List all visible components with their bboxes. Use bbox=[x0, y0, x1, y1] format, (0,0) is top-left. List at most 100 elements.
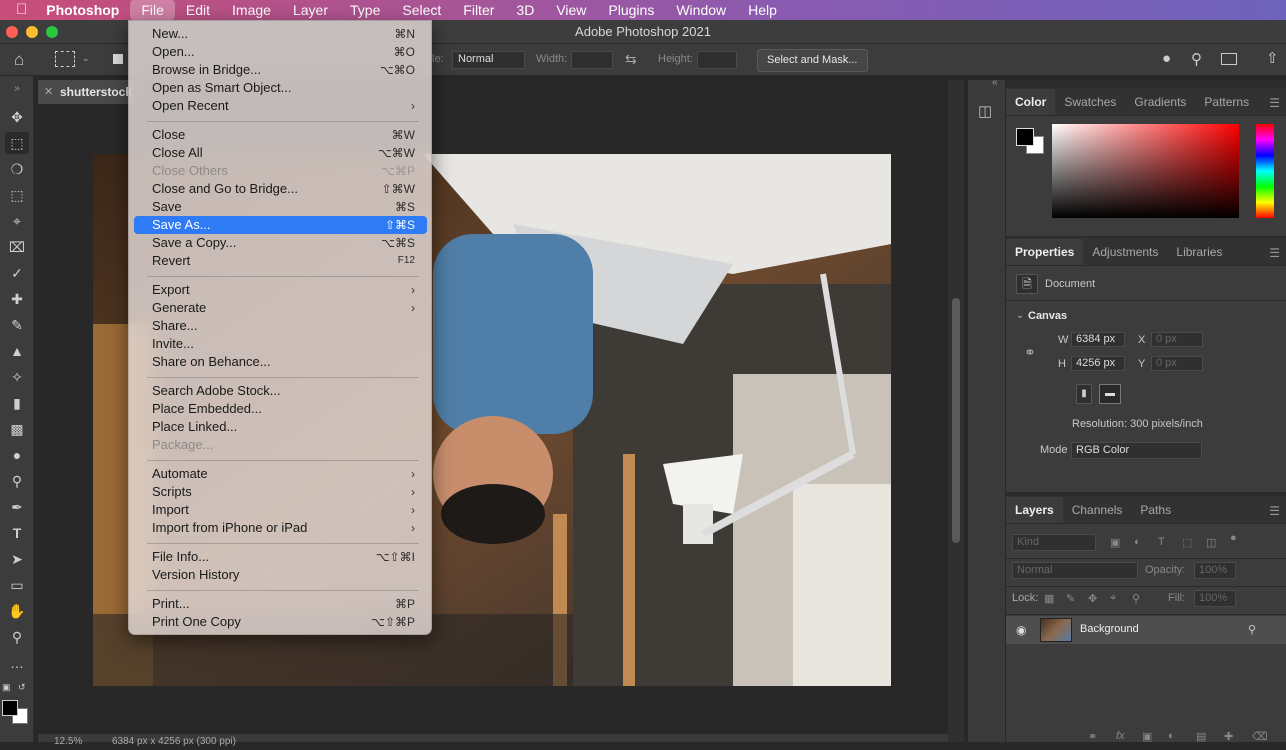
blur-tool-icon[interactable]: ● bbox=[5, 444, 29, 466]
filter-toggle-icon[interactable]: ● bbox=[1230, 532, 1237, 544]
menu-item-scripts[interactable]: Scripts › bbox=[134, 483, 427, 501]
menu-item-save-as[interactable]: Save As... ⇧⌘S bbox=[134, 216, 427, 234]
adjustment-layer-icon[interactable]: ◐ bbox=[1168, 730, 1175, 742]
lock-pixels-icon[interactable]: ▦ bbox=[1044, 592, 1054, 605]
apple-menu-icon[interactable]:  bbox=[0, 0, 35, 20]
menu-select[interactable]: Select bbox=[391, 0, 452, 20]
eyedropper-tool-icon[interactable]: ✓ bbox=[5, 262, 29, 284]
tab-layers[interactable]: Layers bbox=[1006, 497, 1063, 523]
landscape-orientation-icon[interactable]: ▬ bbox=[1099, 384, 1121, 404]
blend-mode-select[interactable]: Normal bbox=[1012, 562, 1138, 579]
vertical-scrollbar[interactable] bbox=[948, 80, 964, 742]
menu-filter[interactable]: Filter bbox=[452, 0, 505, 20]
menu-item-import[interactable]: Import › bbox=[134, 501, 427, 519]
type-tool-icon[interactable]: T bbox=[5, 522, 29, 544]
layer-row[interactable]: ◉ Background ⚲ bbox=[1006, 616, 1286, 644]
menu-item-open-recent[interactable]: Open Recent › bbox=[134, 97, 427, 115]
tab-patterns[interactable]: Patterns bbox=[1195, 89, 1258, 115]
swap-icon[interactable]: ⇆ bbox=[625, 51, 637, 68]
crop-tool-icon[interactable]: ⌖ bbox=[5, 210, 29, 232]
height-input[interactable] bbox=[697, 51, 737, 69]
rectangle-tool-icon[interactable]: ▭ bbox=[5, 574, 29, 596]
zoom-tool-icon[interactable]: ⚲ bbox=[5, 626, 29, 648]
lock-all-icon[interactable]: ⚲ bbox=[1132, 592, 1140, 605]
pen-tool-icon[interactable]: ✒ bbox=[5, 496, 29, 518]
document-tab[interactable]: ✕ shutterstock bbox=[38, 80, 134, 104]
delete-layer-icon[interactable]: ⌫ bbox=[1252, 730, 1268, 743]
lasso-tool-icon[interactable]: ❍ bbox=[5, 158, 29, 180]
menu-item-revert[interactable]: Revert F12 bbox=[134, 252, 427, 270]
menu-item-automate[interactable]: Automate › bbox=[134, 465, 427, 483]
share-icon[interactable]: ⇧ bbox=[1266, 49, 1279, 67]
menu-item-file-info[interactable]: File Info... ⌥⇧⌘I bbox=[134, 548, 427, 566]
new-group-icon[interactable]: ▤ bbox=[1196, 730, 1206, 743]
style-select[interactable]: Normal bbox=[452, 51, 525, 69]
chevron-down-icon[interactable]: ⌄ bbox=[82, 53, 90, 64]
opacity-input[interactable]: 100% bbox=[1194, 562, 1236, 579]
history-brush-tool-icon[interactable]: ✧ bbox=[5, 366, 29, 388]
workspace-icon[interactable] bbox=[1221, 53, 1237, 65]
home-icon[interactable]: ⌂ bbox=[14, 50, 24, 70]
expand-panels-icon[interactable]: « bbox=[992, 77, 998, 88]
tab-gradients[interactable]: Gradients bbox=[1125, 89, 1195, 115]
menu-item-save[interactable]: Save ⌘S bbox=[134, 198, 427, 216]
new-layer-icon[interactable]: ✚ bbox=[1224, 730, 1233, 743]
menu-item-close-and-go-to-bridge[interactable]: Close and Go to Bridge... ⇧⌘W bbox=[134, 180, 427, 198]
history-panel-icon[interactable]: ◫ bbox=[978, 102, 992, 120]
collapse-tools-icon[interactable]: » bbox=[5, 78, 29, 100]
zoom-window-button[interactable] bbox=[46, 26, 58, 38]
chevron-down-icon[interactable]: ⌄ bbox=[1016, 310, 1024, 321]
menu-window[interactable]: Window bbox=[665, 0, 737, 20]
filter-shape-icon[interactable]: ⬚ bbox=[1182, 536, 1192, 549]
menu-item-close-all[interactable]: Close All ⌥⌘W bbox=[134, 144, 427, 162]
fx-icon[interactable]: fx bbox=[1116, 730, 1125, 742]
close-tab-icon[interactable]: ✕ bbox=[44, 80, 53, 104]
move-tool-icon[interactable]: ✥ bbox=[5, 106, 29, 128]
color-mode-select[interactable]: RGB Color bbox=[1071, 442, 1202, 459]
portrait-orientation-icon[interactable]: ▮ bbox=[1076, 384, 1092, 404]
default-colors-icon[interactable]: ▣ bbox=[2, 682, 11, 693]
menu-3d[interactable]: 3D bbox=[505, 0, 545, 20]
select-and-mask-button[interactable]: Select and Mask... bbox=[757, 49, 868, 72]
menu-layer[interactable]: Layer bbox=[282, 0, 339, 20]
filter-type-icon[interactable]: T bbox=[1158, 536, 1165, 548]
tab-swatches[interactable]: Swatches bbox=[1055, 89, 1125, 115]
menu-item-open[interactable]: Open... ⌘O bbox=[134, 43, 427, 61]
lock-position-icon[interactable]: ✥ bbox=[1088, 592, 1097, 605]
menu-item-place-linked[interactable]: Place Linked... bbox=[134, 418, 427, 436]
document-dimensions[interactable]: 6384 px x 4256 px (300 ppi) bbox=[112, 734, 236, 750]
menu-item-print-one-copy[interactable]: Print One Copy ⌥⇧⌘P bbox=[134, 613, 427, 631]
gradient-tool-icon[interactable]: ▩ bbox=[5, 418, 29, 440]
menu-plugins[interactable]: Plugins bbox=[597, 0, 665, 20]
color-fg-swatch[interactable] bbox=[1016, 128, 1034, 146]
dodge-tool-icon[interactable]: ⚲ bbox=[5, 470, 29, 492]
lock-artboard-icon[interactable]: ⌖ bbox=[1110, 592, 1116, 605]
hue-slider[interactable] bbox=[1256, 124, 1274, 218]
menu-item-browse-in-bridge[interactable]: Browse in Bridge... ⌥⌘O bbox=[134, 61, 427, 79]
menu-type[interactable]: Type bbox=[339, 0, 391, 20]
menu-image[interactable]: Image bbox=[221, 0, 282, 20]
tab-paths[interactable]: Paths bbox=[1131, 497, 1180, 523]
lock-image-icon[interactable]: ✎ bbox=[1066, 592, 1075, 605]
menu-item-search-adobe-stock[interactable]: Search Adobe Stock... bbox=[134, 382, 427, 400]
menu-item-share[interactable]: Share... bbox=[134, 317, 427, 335]
canvas-x-input[interactable]: 0 px bbox=[1151, 332, 1203, 347]
menu-item-share-on-behance[interactable]: Share on Behance... bbox=[134, 353, 427, 371]
tab-properties[interactable]: Properties bbox=[1006, 239, 1084, 265]
canvas-section-title[interactable]: Canvas bbox=[1028, 310, 1067, 322]
path-selection-tool-icon[interactable]: ➤ bbox=[5, 548, 29, 570]
hand-tool-icon[interactable]: ✋ bbox=[5, 600, 29, 622]
color-field[interactable] bbox=[1052, 124, 1239, 218]
filter-adjustment-icon[interactable]: ◐ bbox=[1134, 536, 1141, 548]
marquee-tool-preset-icon[interactable] bbox=[55, 51, 75, 67]
link-layers-icon[interactable]: ⚭ bbox=[1088, 730, 1097, 743]
menu-view[interactable]: View bbox=[545, 0, 597, 20]
panel-menu-icon[interactable]: ☰ bbox=[1269, 246, 1280, 260]
eye-visibility-icon[interactable]: ◉ bbox=[1016, 623, 1026, 637]
tab-adjustments[interactable]: Adjustments bbox=[1083, 239, 1167, 265]
menu-item-export[interactable]: Export › bbox=[134, 281, 427, 299]
brush-tool-icon[interactable]: ✎ bbox=[5, 314, 29, 336]
canvas-width-input[interactable]: 6384 px bbox=[1071, 332, 1125, 347]
minimize-window-button[interactable] bbox=[26, 26, 38, 38]
menu-file[interactable]: File bbox=[130, 0, 175, 20]
